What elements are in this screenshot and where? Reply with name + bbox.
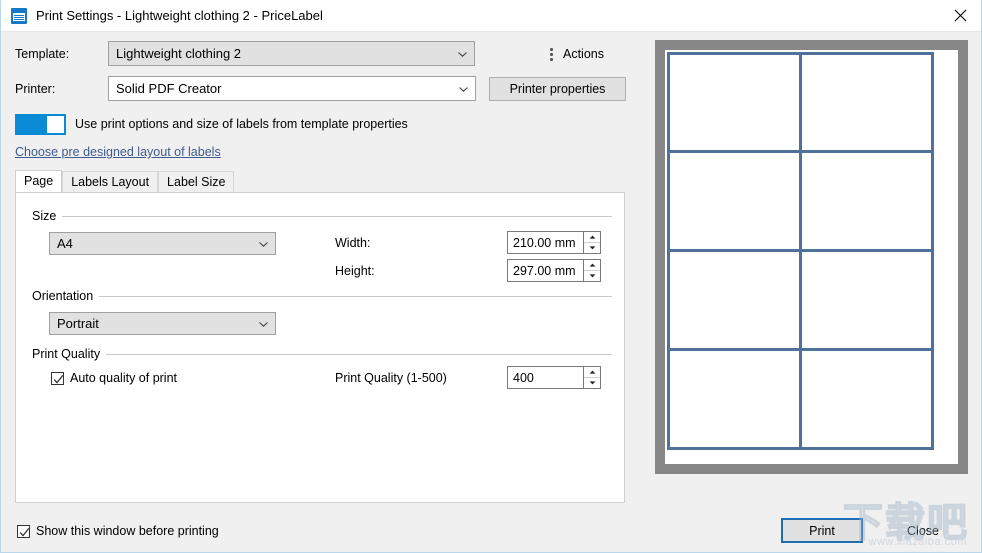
close-button-label: Close (907, 523, 939, 538)
paper-size-combobox[interactable]: A4 (49, 232, 276, 255)
printer-properties-button[interactable]: Printer properties (489, 77, 626, 101)
template-label: Template: (15, 47, 70, 61)
chevron-down-icon (459, 86, 468, 92)
toggle-knob (47, 116, 64, 133)
template-value: Lightweight clothing 2 (116, 46, 242, 61)
print-quality-spinner-arrows[interactable] (583, 367, 600, 388)
preview-label-grid (666, 51, 934, 450)
use-template-properties-toggle[interactable] (15, 114, 66, 135)
tab-label-size[interactable]: Label Size (158, 171, 235, 192)
orientation-combobox[interactable]: Portrait (49, 312, 276, 335)
preview-page (665, 50, 958, 464)
preview-label-cell (666, 51, 802, 154)
preview-label-cell (798, 51, 934, 154)
chevron-down-icon (259, 241, 268, 247)
group-divider (99, 295, 612, 297)
printer-label: Printer: (15, 82, 56, 96)
window-title: Print Settings - Lightweight clothing 2 … (36, 8, 323, 23)
preview-label-cell (666, 347, 802, 450)
close-icon[interactable] (937, 0, 981, 30)
use-template-properties-label: Use print options and size of labels fro… (75, 117, 408, 131)
orientation-group: Orientation (32, 289, 612, 303)
spinner-up-icon[interactable] (584, 260, 600, 271)
spinner-up-icon[interactable] (584, 367, 600, 378)
size-group: Size (32, 209, 612, 223)
footer-divider (1, 504, 981, 505)
size-group-label: Size (32, 209, 57, 223)
actions-menu-button[interactable]: Actions (550, 47, 604, 61)
height-spinner-arrows[interactable] (583, 260, 600, 281)
tab-page[interactable]: Page (15, 170, 63, 192)
preview-label-cell (666, 249, 802, 351)
preview-label-cell (798, 249, 934, 351)
print-quality-group-label: Print Quality (32, 347, 101, 361)
print-button[interactable]: Print (781, 518, 863, 543)
preview-label-cell (798, 150, 934, 252)
width-spinner-arrows[interactable] (583, 232, 600, 253)
spinner-down-icon[interactable] (584, 378, 600, 388)
group-divider (62, 215, 612, 217)
page-tab-panel: Size A4 Width: 210.00 mm Height: 297.00 (15, 192, 625, 503)
print-preview-panel[interactable] (655, 40, 968, 474)
chevron-down-icon (458, 51, 467, 57)
width-spinner[interactable]: 210.00 mm (507, 231, 601, 254)
paper-size-value: A4 (57, 236, 73, 251)
auto-quality-label: Auto quality of print (70, 371, 178, 385)
orientation-group-label: Orientation (32, 289, 94, 303)
height-label: Height: (335, 264, 375, 278)
printer-combobox[interactable]: Solid PDF Creator (108, 76, 476, 101)
print-quality-value: 400 (513, 370, 534, 385)
printer-properties-label: Printer properties (509, 82, 606, 96)
width-value: 210.00 mm (513, 235, 576, 250)
width-label: Width: (335, 236, 371, 250)
print-quality-label: Print Quality (1-500) (335, 371, 447, 385)
height-spinner[interactable]: 297.00 mm (507, 259, 601, 282)
actions-label: Actions (563, 47, 604, 61)
orientation-value: Portrait (57, 316, 99, 331)
print-settings-dialog: Print Settings - Lightweight clothing 2 … (0, 0, 982, 553)
printer-icon (11, 7, 27, 24)
preview-label-cell (798, 347, 934, 450)
checkbox-box (17, 524, 30, 538)
checkmark-icon (19, 527, 30, 537)
chevron-down-icon (259, 321, 268, 327)
tab-strip: Page Labels Layout Label Size (15, 170, 235, 192)
spinner-down-icon[interactable] (584, 271, 600, 281)
tab-labels-layout[interactable]: Labels Layout (62, 171, 159, 192)
close-button[interactable]: Close (875, 518, 971, 543)
group-divider (106, 353, 612, 355)
print-quality-spinner[interactable]: 400 (507, 366, 601, 389)
checkmark-icon (53, 374, 64, 384)
spinner-down-icon[interactable] (584, 243, 600, 253)
title-bar: Print Settings - Lightweight clothing 2 … (1, 0, 981, 32)
show-window-before-printing-checkbox[interactable]: Show this window before printing (17, 524, 219, 538)
kebab-menu-icon (550, 47, 554, 61)
choose-layout-link[interactable]: Choose pre designed layout of labels (15, 145, 221, 159)
print-button-label: Print (809, 523, 835, 538)
template-combobox[interactable]: Lightweight clothing 2 (108, 41, 475, 66)
preview-label-cell (666, 150, 802, 252)
show-window-before-printing-label: Show this window before printing (36, 524, 219, 538)
printer-value: Solid PDF Creator (116, 81, 222, 96)
auto-quality-checkbox[interactable]: Auto quality of print (51, 371, 177, 385)
print-quality-group: Print Quality (32, 347, 612, 361)
height-value: 297.00 mm (513, 263, 576, 278)
checkbox-box (51, 371, 64, 385)
spinner-up-icon[interactable] (584, 232, 600, 243)
